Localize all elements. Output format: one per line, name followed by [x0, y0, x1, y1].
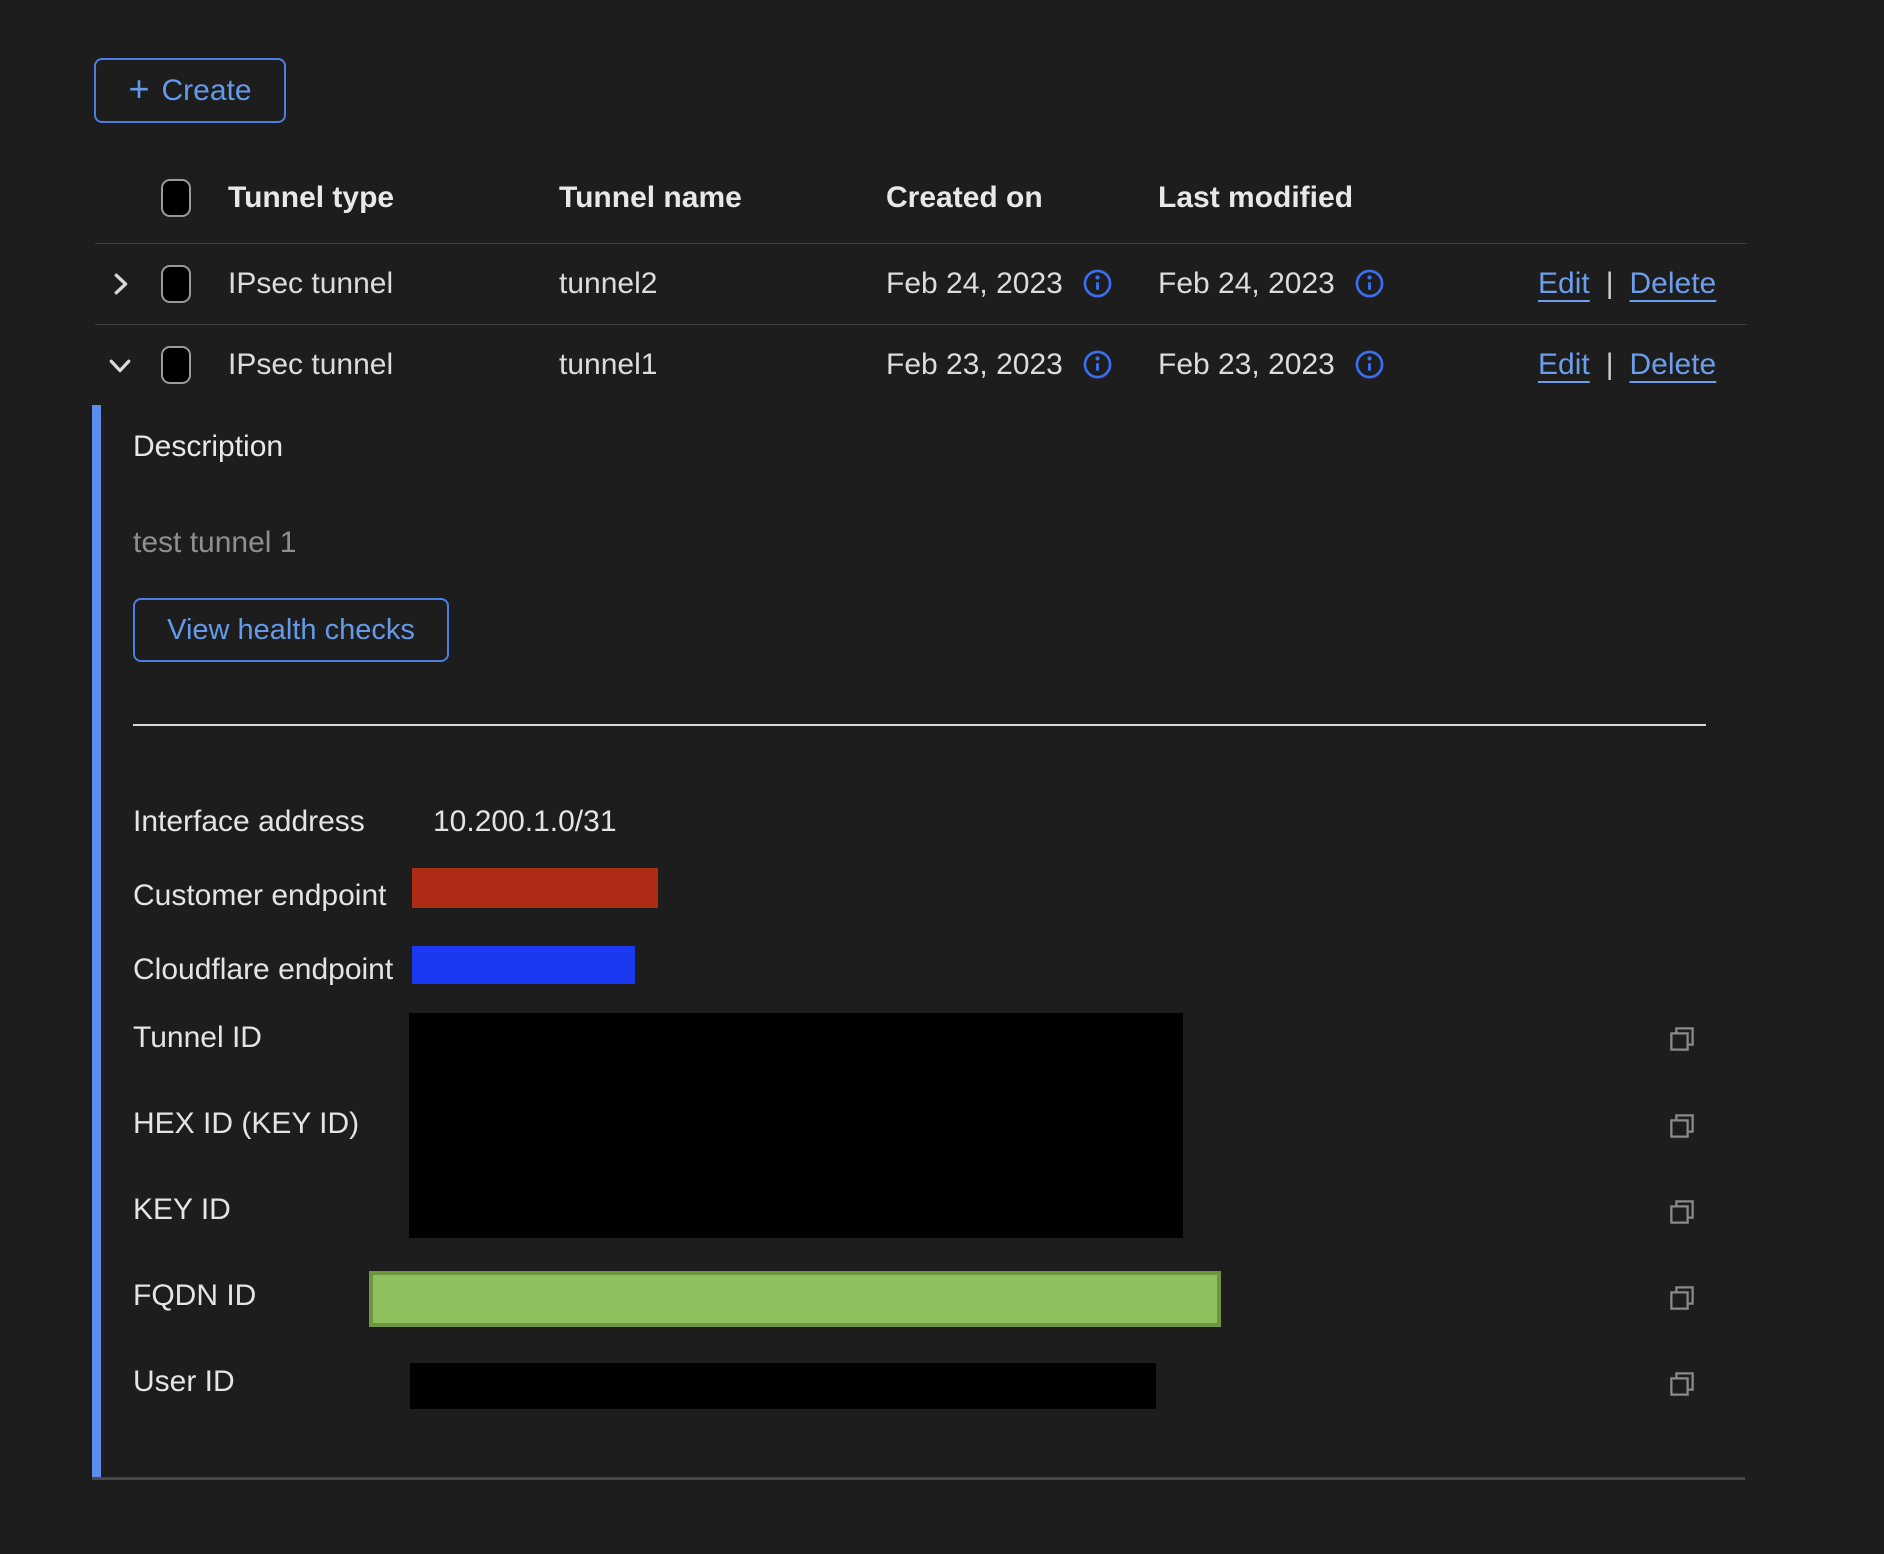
- user-id-label: User ID: [133, 1362, 235, 1402]
- info-icon[interactable]: [1355, 350, 1384, 379]
- copy-icon[interactable]: [1667, 1024, 1697, 1054]
- table-row: IPsec tunnel tunnel2 Feb 24, 2023 Feb 24…: [95, 243, 1747, 325]
- last-modified-cell: Feb 23, 2023: [1158, 348, 1335, 382]
- header-tunnel-name: Tunnel name: [559, 152, 742, 243]
- created-on-cell: Feb 23, 2023: [886, 348, 1063, 382]
- user-id-redacted-value: [410, 1363, 1156, 1409]
- view-health-checks-button[interactable]: View health checks: [133, 598, 449, 662]
- created-on-cell: Feb 24, 2023: [886, 267, 1063, 301]
- row-checkbox[interactable]: [161, 265, 191, 303]
- tunnels-page: + Create Tunnel type Tunnel name Created…: [0, 0, 1884, 1554]
- info-icon[interactable]: [1083, 269, 1112, 298]
- fqdn-id-label: FQDN ID: [133, 1276, 256, 1316]
- copy-icon[interactable]: [1667, 1111, 1697, 1141]
- row-checkbox[interactable]: [161, 346, 191, 384]
- key-id-label: KEY ID: [133, 1190, 231, 1230]
- chevron-down-icon[interactable]: [105, 350, 135, 380]
- info-icon[interactable]: [1355, 269, 1384, 298]
- info-icon[interactable]: [1083, 350, 1112, 379]
- copy-icon[interactable]: [1667, 1283, 1697, 1313]
- create-button-label: Create: [161, 74, 251, 108]
- panel-bottom-divider: [92, 1477, 1745, 1480]
- tunnel-name-cell: tunnel1: [559, 324, 657, 405]
- action-separator: |: [1606, 348, 1614, 382]
- header-tunnel-type: Tunnel type: [228, 152, 394, 243]
- table-header-row: Tunnel type Tunnel name Created on Last …: [95, 152, 1747, 244]
- table-row: IPsec tunnel tunnel1 Feb 23, 2023 Feb 23…: [95, 324, 1747, 405]
- create-button[interactable]: + Create: [94, 58, 286, 123]
- header-last-modified: Last modified: [1158, 152, 1353, 243]
- copy-icon[interactable]: [1667, 1369, 1697, 1399]
- tunnel-name-cell: tunnel2: [559, 243, 657, 324]
- interface-address-label: Interface address: [133, 802, 365, 842]
- description-label: Description: [133, 430, 283, 464]
- delete-link[interactable]: Delete: [1630, 267, 1717, 301]
- select-all-checkbox[interactable]: [161, 179, 191, 217]
- delete-link[interactable]: Delete: [1630, 348, 1717, 382]
- tunnel-id-label: Tunnel ID: [133, 1018, 262, 1058]
- customer-endpoint-redacted-value: [412, 868, 658, 908]
- panel-divider: [133, 724, 1706, 726]
- last-modified-cell: Feb 24, 2023: [1158, 267, 1335, 301]
- action-separator: |: [1606, 267, 1614, 301]
- customer-endpoint-label: Customer endpoint: [133, 876, 386, 916]
- fqdn-id-redacted-value: [369, 1271, 1221, 1327]
- hex-id-label: HEX ID (KEY ID): [133, 1104, 359, 1144]
- edit-link[interactable]: Edit: [1538, 267, 1590, 301]
- tunnel-type-cell: IPsec tunnel: [228, 324, 393, 405]
- header-created-on: Created on: [886, 152, 1043, 243]
- expanded-row-accent-bar: [92, 405, 101, 1478]
- cloudflare-endpoint-label: Cloudflare endpoint: [133, 950, 393, 990]
- cloudflare-endpoint-redacted-value: [412, 946, 635, 984]
- copy-icon[interactable]: [1667, 1197, 1697, 1227]
- plus-icon: +: [128, 71, 149, 107]
- edit-link[interactable]: Edit: [1538, 348, 1590, 382]
- chevron-right-icon[interactable]: [105, 269, 135, 299]
- ids-redacted-value: [409, 1013, 1183, 1238]
- interface-address-value: 10.200.1.0/31: [433, 802, 617, 842]
- tunnel-type-cell: IPsec tunnel: [228, 243, 393, 324]
- description-value: test tunnel 1: [133, 526, 296, 560]
